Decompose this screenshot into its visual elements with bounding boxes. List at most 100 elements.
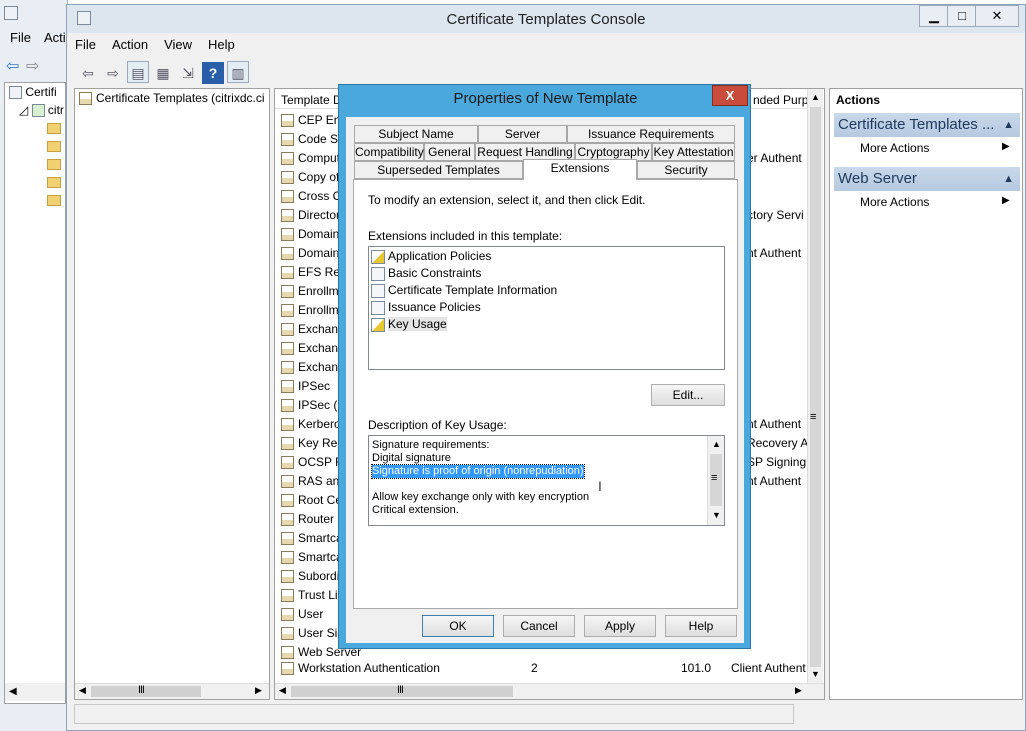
menu-action[interactable]: Action — [112, 37, 148, 52]
tab-general[interactable]: General — [424, 143, 475, 161]
scroll-grip-icon: Ⅲ — [397, 685, 404, 696]
scroll-left-icon[interactable]: ◀ — [79, 685, 86, 696]
scroll-right-icon[interactable]: ▶ — [255, 685, 262, 696]
template-name: Enrollm — [298, 284, 339, 298]
bg-menu-file[interactable]: File — [10, 30, 31, 45]
title-bar[interactable]: Certificate Templates Console ▁ □ ✕ — [67, 5, 1025, 33]
list-vscrollbar[interactable]: ▲ ≡ ▼ — [807, 89, 823, 683]
folder-icon[interactable] — [47, 195, 61, 206]
folder-icon[interactable] — [47, 159, 61, 170]
menu-view[interactable]: View — [164, 37, 192, 52]
description-textbox[interactable]: Signature requirements: Digital signatur… — [368, 435, 725, 526]
bg-forward-icon[interactable]: ⇨ — [26, 56, 39, 76]
tree-hscrollbar[interactable]: ◀ Ⅲ ▶ — [75, 683, 269, 699]
actions-section-certificate-templates[interactable]: Certificate Templates ... ▲ — [834, 113, 1020, 137]
actions-section-web-server[interactable]: Web Server ▲ — [834, 167, 1020, 191]
template-name: Comput — [298, 151, 341, 165]
certificate-icon — [281, 551, 294, 565]
list-hscrollbar[interactable]: ◀ Ⅲ ▶ — [275, 683, 824, 699]
instruction-text: To modify an extension, select it, and t… — [368, 193, 646, 207]
properties-icon[interactable]: ▦ — [152, 62, 174, 84]
folder-icon[interactable] — [47, 141, 61, 152]
back-icon[interactable]: ⇦ — [77, 62, 99, 84]
scroll-thumb[interactable] — [91, 686, 201, 697]
certificate-icon — [281, 532, 294, 546]
collapse-icon[interactable]: ▲ — [1003, 167, 1014, 191]
extensions-list[interactable]: Application Policies Basic Constraints Cer… — [368, 246, 725, 370]
bg-menu-action[interactable]: Acti — [44, 30, 66, 45]
certificate-icon — [281, 475, 294, 489]
text-cursor-icon: I — [598, 478, 602, 494]
tab-key-attestation[interactable]: Key Attestation — [652, 143, 735, 161]
tree-root-item[interactable]: Certificate Templates (citrixdc.ci — [79, 89, 265, 108]
extension-item[interactable]: Basic Constraints — [371, 265, 481, 282]
tab-superseded-templates[interactable]: Superseded Templates — [354, 161, 523, 179]
minimize-button[interactable]: ▁ — [919, 5, 949, 27]
certificate-icon — [281, 662, 294, 676]
intended-purpose: Client Authent — [731, 661, 806, 675]
bg-tree-node[interactable]: ◿ citr — [19, 103, 64, 118]
column-header-template[interactable]: Template D — [281, 93, 342, 107]
help-button[interactable]: Help — [665, 615, 737, 637]
collapse-icon[interactable]: ▲ — [1003, 113, 1014, 137]
scroll-down-icon[interactable]: ▼ — [712, 510, 721, 520]
template-name: Enrollm — [298, 303, 339, 317]
description-vscrollbar[interactable]: ▲ ≡ ▼ — [707, 436, 724, 525]
more-actions-link[interactable]: More Actions — [860, 195, 929, 209]
section-title: Certificate Templates ... — [838, 116, 995, 133]
ok-button[interactable]: OK — [422, 615, 494, 637]
certificate-icon — [281, 209, 294, 223]
show-tree-icon[interactable]: ▤ — [127, 61, 149, 83]
show-action-pane-icon[interactable]: ▥ — [227, 61, 249, 83]
scroll-up-icon[interactable]: ▲ — [712, 439, 721, 449]
extension-item[interactable]: Key Usage — [371, 316, 447, 333]
tab-extensions[interactable]: Extensions — [523, 159, 637, 180]
scroll-up-icon[interactable]: ▲ — [811, 92, 820, 102]
submenu-arrow-icon: ▶ — [1002, 195, 1010, 206]
intended-purpose: nt Authent — [747, 474, 802, 488]
scroll-grip-icon: ≡ — [711, 472, 718, 484]
forward-icon[interactable]: ⇨ — [102, 62, 124, 84]
help-icon[interactable]: ? — [202, 62, 224, 84]
export-icon[interactable]: ⇲ — [177, 62, 199, 84]
apply-button[interactable]: Apply — [584, 615, 656, 637]
bg-back-icon[interactable]: ⇦ — [6, 56, 19, 76]
menu-file[interactable]: File — [75, 37, 96, 52]
dialog-close-button[interactable]: X — [712, 85, 748, 106]
scroll-down-icon[interactable]: ▼ — [811, 669, 820, 679]
menu-help[interactable]: Help — [208, 37, 235, 52]
scroll-right-icon[interactable]: ▶ — [795, 685, 802, 696]
template-name: Director — [298, 208, 341, 222]
tab-compatibility[interactable]: Compatibility — [354, 143, 424, 161]
bg-tree-root[interactable]: Certifi — [9, 85, 57, 100]
extension-item[interactable]: Certificate Template Information — [371, 282, 557, 299]
folder-icon[interactable] — [47, 177, 61, 188]
tab-security[interactable]: Security — [637, 161, 735, 179]
extension-item[interactable]: Application Policies — [371, 248, 491, 265]
folder-icon[interactable] — [47, 123, 61, 134]
tab-subject-name[interactable]: Subject Name — [354, 125, 478, 143]
cancel-button[interactable]: Cancel — [503, 615, 575, 637]
more-actions-link[interactable]: More Actions — [860, 141, 929, 155]
column-header-purpose[interactable]: nded Purpo — [753, 93, 815, 107]
extension-name: Application Policies — [388, 249, 492, 263]
scroll-left-icon[interactable]: ◀ — [279, 685, 286, 696]
extension-item[interactable]: Issuance Policies — [371, 299, 481, 316]
extension-icon — [371, 283, 385, 298]
bg-hscroll[interactable]: ◀ — [5, 683, 65, 701]
close-button[interactable]: ✕ — [975, 5, 1019, 27]
tab-server[interactable]: Server — [478, 125, 567, 143]
dialog-title: Properties of New Template — [453, 90, 638, 107]
intended-purpose: nt Authent — [747, 417, 802, 431]
maximize-button[interactable]: □ — [947, 5, 977, 27]
table-row[interactable]: Workstation Authentication 2 101.0 Clien… — [281, 659, 811, 678]
certificate-icon — [281, 323, 294, 337]
description-label: Description of Key Usage: — [368, 418, 507, 432]
tab-issuance-requirements[interactable]: Issuance Requirements — [567, 125, 735, 143]
actions-pane: Actions Certificate Templates ... ▲ More … — [829, 88, 1023, 700]
extension-icon — [371, 300, 385, 315]
background-console-window: File Acti ⇦ ⇨ Certifi ◿ citr ◀ — [0, 0, 68, 731]
scroll-thumb[interactable] — [810, 107, 821, 667]
edit-button[interactable]: Edit... — [651, 384, 725, 406]
template-name: Root Ce — [298, 493, 343, 507]
